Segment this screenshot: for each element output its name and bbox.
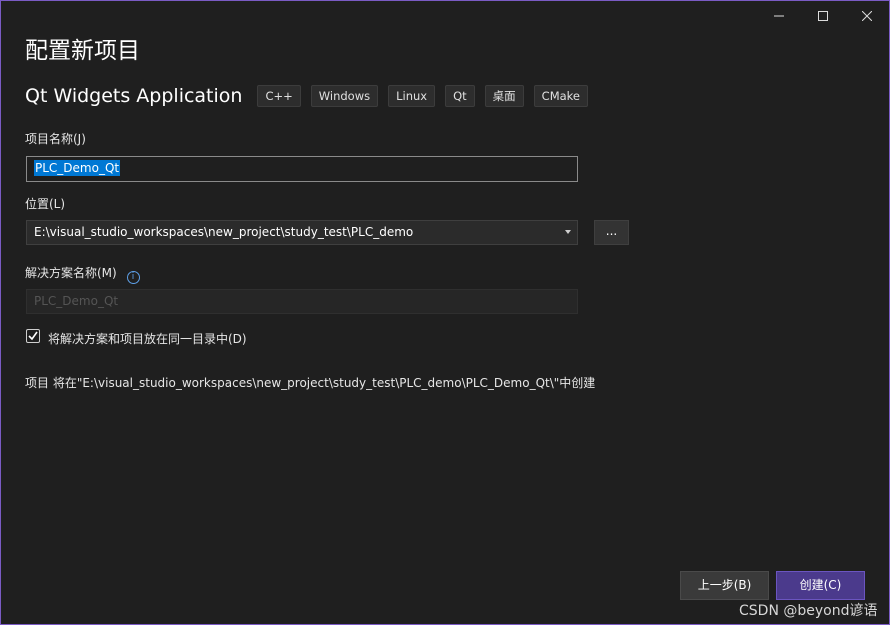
- back-button[interactable]: 上一步(B): [680, 571, 769, 600]
- same-dir-checkbox[interactable]: [26, 329, 40, 343]
- dialog-window: 配置新项目 Qt Widgets Application C++ Windows…: [0, 0, 890, 625]
- app-header: Qt Widgets Application C++ Windows Linux…: [25, 85, 598, 107]
- tag-cmake: CMake: [533, 85, 588, 107]
- window-controls: [757, 1, 889, 31]
- tag-cpp: C++: [257, 85, 301, 107]
- location-combobox[interactable]: E:\visual_studio_workspaces\new_project\…: [26, 220, 578, 245]
- project-name-input[interactable]: PLC_Demo_Qt: [26, 156, 578, 182]
- maximize-icon[interactable]: [801, 1, 845, 31]
- project-name-label: 项目名称(J): [25, 132, 86, 146]
- project-name-value: PLC_Demo_Qt: [34, 160, 121, 176]
- close-icon[interactable]: [845, 1, 889, 31]
- solution-name-label-row: 解决方案名称(M) i: [25, 264, 140, 284]
- location-label: 位置(L): [25, 197, 66, 211]
- solution-name-value: PLC_Demo_Qt: [34, 294, 119, 308]
- same-dir-label[interactable]: 将解决方案和项目放在同一目录中(D): [48, 330, 247, 347]
- tag-desktop: 桌面: [484, 85, 524, 107]
- tag-linux: Linux: [388, 85, 436, 107]
- app-name: Qt Widgets Application: [25, 85, 243, 107]
- create-button[interactable]: 创建(C): [776, 571, 865, 600]
- checkmark-icon: [28, 331, 38, 341]
- browse-button[interactable]: ...: [594, 220, 629, 245]
- minimize-icon[interactable]: [757, 1, 801, 31]
- info-icon[interactable]: i: [126, 271, 140, 284]
- solution-name-label: 解决方案名称(M): [25, 266, 117, 280]
- summary-text: 项目 将在"E:\visual_studio_workspaces\new_pr…: [25, 376, 596, 390]
- watermark: CSDN @beyond谚语: [739, 603, 878, 619]
- page-title: 配置新项目: [25, 38, 140, 64]
- tag-windows: Windows: [310, 85, 379, 107]
- solution-name-input: PLC_Demo_Qt: [26, 289, 578, 314]
- tag-qt: Qt: [445, 85, 475, 107]
- location-value: E:\visual_studio_workspaces\new_project\…: [34, 225, 414, 239]
- chevron-down-icon[interactable]: [565, 230, 571, 234]
